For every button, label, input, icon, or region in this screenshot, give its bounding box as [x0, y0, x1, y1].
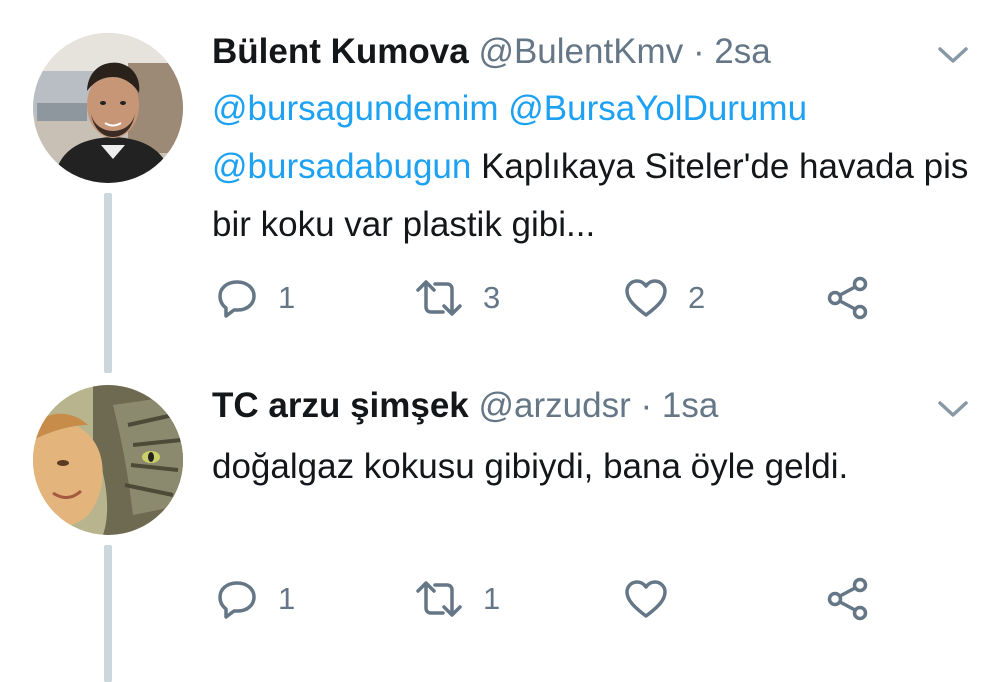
share-button[interactable]	[826, 574, 870, 624]
thread-line	[104, 545, 112, 682]
heart-icon	[625, 279, 667, 317]
tweet-text: @bursagundemim @BursaYolDurumu @bursadab…	[212, 80, 976, 254]
mention-link[interactable]: @bursadabugun	[212, 147, 471, 186]
retweet-count: 3	[483, 280, 501, 315]
like-button[interactable]: 2	[624, 273, 705, 323]
tweet-actions: 1 1	[212, 574, 912, 624]
chevron-down-icon	[938, 47, 968, 63]
tweet-header: TC arzu şimşek @arzudsr · 1sa	[212, 383, 920, 429]
mention-link[interactable]: @bursagundemim	[212, 89, 499, 128]
reply-icon	[218, 581, 256, 619]
retweet-count: 1	[483, 581, 501, 616]
tweet-text: doğalgaz kokusu gibiydi, bana öyle geldi…	[212, 438, 976, 496]
separator-dot: ·	[692, 32, 705, 71]
like-count: 2	[688, 280, 706, 315]
share-button[interactable]	[826, 273, 870, 323]
chevron-down-icon	[938, 401, 968, 417]
mention-link[interactable]: @BursaYolDurumu	[508, 89, 807, 128]
tweet-body-text: doğalgaz kokusu gibiydi, bana öyle geldi…	[212, 447, 849, 486]
like-button[interactable]	[624, 574, 668, 624]
author-handle[interactable]: @arzudsr	[479, 386, 631, 425]
author-name[interactable]: TC arzu şimşek	[212, 386, 469, 425]
reply-icon	[218, 280, 256, 318]
heart-icon	[625, 580, 667, 618]
retweet-icon	[416, 581, 462, 617]
avatar[interactable]	[33, 385, 183, 535]
retweet-button[interactable]: 1	[415, 574, 500, 624]
tweet-actions: 1 3 2	[212, 273, 912, 323]
retweet-icon	[416, 280, 462, 316]
tweet[interactable]: TC arzu şimşek @arzudsr · 1sa doğalgaz k…	[0, 362, 1000, 682]
profile-photo-man-icon	[33, 33, 183, 183]
tweet-header: Bülent Kumova @BulentKmv · 2sa	[212, 29, 920, 75]
separator-dot: ·	[640, 386, 653, 425]
profile-photo-woman-cat-icon	[33, 385, 183, 535]
retweet-button[interactable]: 3	[415, 273, 500, 323]
reply-count: 1	[278, 581, 296, 616]
share-icon	[827, 276, 868, 320]
reply-button[interactable]: 1	[216, 273, 295, 323]
author-name[interactable]: Bülent Kumova	[212, 32, 469, 71]
thread-line	[104, 193, 112, 373]
tweet[interactable]: Bülent Kumova @BulentKmv · 2sa @bursagun…	[0, 0, 1000, 373]
timestamp[interactable]: 2sa	[714, 32, 770, 71]
tweet-menu-button[interactable]	[936, 44, 970, 66]
tweet-thread: Bülent Kumova @BulentKmv · 2sa @bursagun…	[0, 0, 1000, 682]
reply-button[interactable]: 1	[216, 574, 295, 624]
avatar[interactable]	[33, 33, 183, 183]
reply-count: 1	[278, 280, 296, 315]
timestamp[interactable]: 1sa	[662, 386, 718, 425]
tweet-menu-button[interactable]	[936, 398, 970, 420]
share-icon	[827, 577, 868, 621]
author-handle[interactable]: @BulentKmv	[478, 32, 683, 71]
